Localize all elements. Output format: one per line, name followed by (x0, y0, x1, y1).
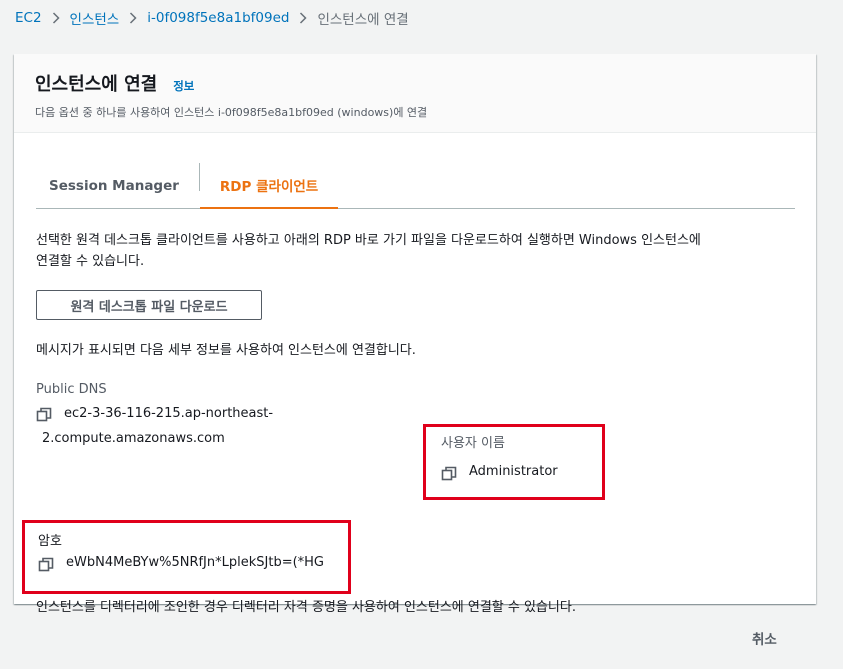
password-field: 암호 eWbN4MeBYw%5NRfJn*LplekSJtb=(*HG (22, 520, 351, 594)
rdp-intro: 선택한 원격 데스크톱 클라이언트를 사용하고 아래의 RDP 바로 가기 파일… (36, 230, 796, 272)
username-value: Administrator (469, 464, 558, 479)
chevron-right-icon (52, 12, 60, 24)
chevron-right-icon (129, 12, 137, 24)
username-label: 사용자 이름 (441, 436, 505, 451)
breadcrumb: EC2 인스턴스 i-0f098f5e8a1bf09ed 인스턴스에 연결 (15, 8, 409, 28)
password-label: 암호 (38, 534, 62, 549)
breadcrumb-instances[interactable]: 인스턴스 (70, 8, 120, 28)
panel-header: 인스턴스에 연결 정보 다음 옵션 중 하나를 사용하여 인스턴스 i-0f09… (14, 54, 816, 133)
breadcrumb-ec2[interactable]: EC2 (15, 10, 42, 26)
cancel-button[interactable]: 취소 (752, 628, 777, 648)
tab-rdp-client[interactable]: RDP 클라이언트 (199, 163, 339, 209)
public-dns-label: Public DNS (36, 382, 107, 397)
prompt-message: 메시지가 표시되면 다음 세부 정보를 사용하여 인스턴스에 연결합니다. (36, 343, 416, 358)
info-link[interactable]: 정보 (173, 78, 194, 94)
download-rdp-file-button[interactable]: 원격 데스크톱 파일 다운로드 (36, 290, 262, 320)
public-dns-value-line1: ec2-3-36-116-215.ap-northeast- (64, 406, 274, 421)
breadcrumb-current: 인스턴스에 연결 (317, 12, 409, 28)
rdp-intro-line1: 선택한 원격 데스크톱 클라이언트를 사용하고 아래의 RDP 바로 가기 파일… (36, 233, 701, 248)
directory-note: 인스턴스를 디렉터리에 조인한 경우 디렉터리 자격 증명을 사용하여 인스턴스… (36, 600, 576, 615)
rdp-intro-line2: 연결할 수 있습니다. (36, 254, 145, 269)
chevron-right-icon (299, 12, 308, 24)
copy-icon[interactable] (36, 407, 52, 423)
copy-icon[interactable] (38, 557, 54, 573)
username-field: 사용자 이름 Administrator (423, 424, 605, 500)
public-dns-field: Public DNS ec2-3-36-116-215.ap-northeast… (36, 382, 396, 451)
connection-tabs: Session Manager RDP 클라이언트 (36, 163, 795, 209)
tab-session-manager[interactable]: Session Manager (36, 163, 199, 208)
page-title: 인스턴스에 연결 (35, 74, 158, 95)
copy-icon[interactable] (441, 466, 457, 482)
panel-description: 다음 옵션 중 하나를 사용하여 인스턴스 i-0f098f5e8a1bf09e… (35, 106, 428, 119)
connect-panel: 인스턴스에 연결 정보 다음 옵션 중 하나를 사용하여 인스턴스 i-0f09… (14, 54, 816, 615)
public-dns-value-line2: 2.compute.amazonaws.com (42, 431, 225, 446)
password-value: eWbN4MeBYw%5NRfJn*LplekSJtb=(*HG (66, 555, 325, 570)
rdp-content: 선택한 원격 데스크톱 클라이언트를 사용하고 아래의 RDP 바로 가기 파일… (22, 230, 796, 615)
breadcrumb-instance-id[interactable]: i-0f098f5e8a1bf09ed (147, 10, 289, 26)
